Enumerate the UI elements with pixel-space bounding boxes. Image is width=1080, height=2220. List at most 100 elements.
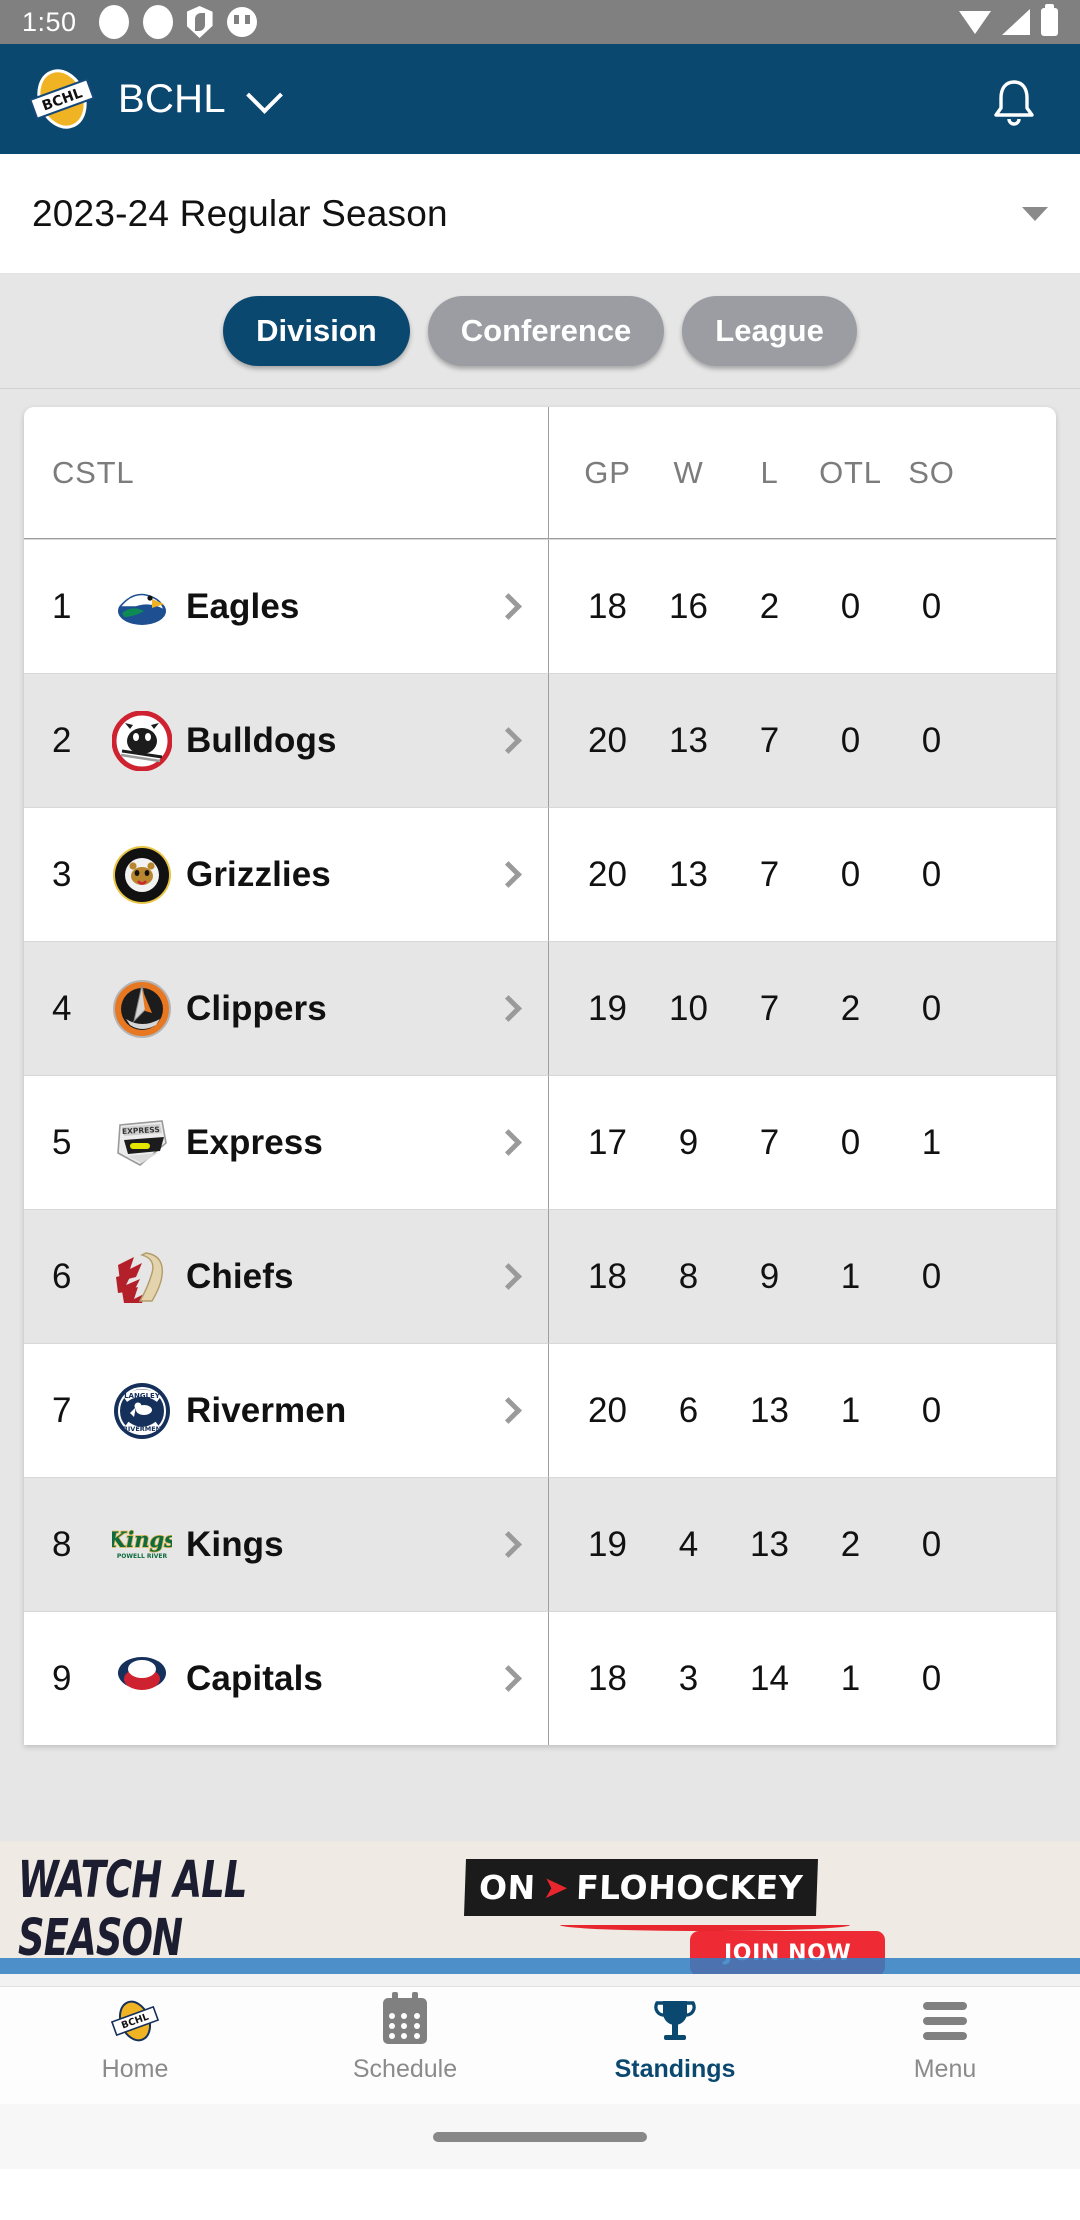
stat-l: 13	[750, 1524, 789, 1564]
stat-l: 7	[759, 854, 780, 894]
chevron-right-icon[interactable]	[495, 727, 522, 754]
home-indicator-bar	[0, 2104, 1080, 2169]
chevron-down-icon[interactable]	[246, 77, 283, 114]
stat-l: 9	[759, 1256, 780, 1296]
battery-icon	[1041, 4, 1058, 36]
stat-gp: 18	[588, 1256, 627, 1296]
table-row[interactable]: 7 LANGLEY RIVERMEN Rivermen 20 6 13 1 0	[24, 1343, 1056, 1477]
status-bar-system-icons	[959, 4, 1058, 36]
svg-text:LANGLEY: LANGLEY	[124, 1392, 161, 1400]
stat-w: 10	[669, 988, 708, 1028]
calendar-icon	[383, 1992, 427, 2047]
ad-headline: WATCH ALL SEASON	[18, 1850, 247, 1967]
standings-table: CSTL GP W L OTL SO 1 Eagles 18 16 2 0 0 …	[24, 407, 1056, 1745]
stat-w: 6	[678, 1390, 699, 1430]
rank: 7	[52, 1390, 72, 1430]
bottom-navigation-bar: BCHL Home Schedule Standings Menu	[0, 1986, 1080, 2104]
stat-gp: 18	[588, 586, 627, 626]
nav-item-schedule[interactable]: Schedule	[270, 1992, 540, 2084]
surrey-eagles-logo	[112, 577, 172, 637]
chevron-right-icon[interactable]	[495, 995, 522, 1022]
status-bar-clock: 1:50	[22, 6, 77, 37]
svg-text:POWELL RIVER: POWELL RIVER	[117, 1553, 168, 1560]
flohockey-brand-lockup: ON ➤ FLOHOCKEY	[464, 1859, 819, 1916]
chevron-right-icon[interactable]	[495, 861, 522, 888]
team-name: Eagles	[186, 586, 300, 626]
table-row[interactable]: 9 Capitals 18 3 14 1 0	[24, 1611, 1056, 1745]
bchl-logo-icon: BCHL	[28, 68, 96, 130]
table-row[interactable]: 8 Kings POWELL RIVER Kings 19 4 13 2 0	[24, 1477, 1056, 1611]
column-header-so[interactable]: SO	[891, 455, 972, 491]
table-row[interactable]: 2 Bulldogs 20 13 7 0 0	[24, 673, 1056, 807]
stat-gp: 20	[588, 720, 627, 760]
column-header-gp[interactable]: GP	[567, 455, 648, 491]
chevron-right-icon[interactable]	[495, 1263, 522, 1290]
stat-so: 0	[921, 720, 942, 760]
nav-item-menu[interactable]: Menu	[810, 1995, 1080, 2084]
nav-item-home[interactable]: BCHL Home	[0, 1995, 270, 2084]
table-row[interactable]: 4 Clippers 19 10 7 2 0	[24, 941, 1056, 1075]
stat-otl: 2	[840, 988, 861, 1028]
stat-l: 7	[759, 720, 780, 760]
rank: 2	[52, 720, 72, 760]
scope-tab-bar: Division Conference League	[0, 274, 1080, 389]
stat-gp: 18	[588, 1658, 627, 1698]
ad-ice-edge	[0, 1974, 1080, 1986]
nav-item-standings[interactable]: Standings	[540, 1995, 810, 2084]
cat-icon	[226, 7, 257, 37]
chevron-right-icon[interactable]	[495, 1531, 522, 1558]
standings-table-container[interactable]: CSTL GP W L OTL SO 1 Eagles 18 16 2 0 0 …	[0, 389, 1080, 1841]
dot-icon	[98, 5, 129, 39]
tab-league[interactable]: League	[682, 296, 857, 366]
tab-division[interactable]: Division	[223, 296, 410, 366]
column-header-w[interactable]: W	[648, 455, 729, 491]
chevron-right-icon[interactable]	[495, 1397, 522, 1424]
status-bar-notification-icons	[98, 5, 257, 39]
rank: 5	[52, 1122, 72, 1162]
ad-brand-prefix: ON	[478, 1868, 537, 1907]
stat-otl: 0	[840, 720, 861, 760]
wifi-icon	[959, 10, 991, 34]
shield-icon	[186, 6, 213, 38]
team-name: Express	[186, 1122, 323, 1162]
bell-icon[interactable]	[990, 77, 1038, 132]
cowichan-valley-capitals-logo	[112, 1649, 172, 1709]
column-header-otl[interactable]: OTL	[810, 455, 891, 491]
hamburger-icon	[923, 1995, 967, 2047]
stat-so: 0	[921, 1524, 942, 1564]
tab-conference[interactable]: Conference	[427, 296, 665, 366]
stat-so: 0	[921, 1390, 942, 1430]
powell-river-kings-logo: Kings POWELL RIVER	[106, 1515, 177, 1575]
langley-rivermen-logo: LANGLEY RIVERMEN	[112, 1381, 172, 1441]
table-row[interactable]: 5 EXPRESS Express 17 9 7 0 1	[24, 1075, 1056, 1209]
team-name: Clippers	[186, 988, 327, 1028]
table-row[interactable]: 1 Eagles 18 16 2 0 0	[24, 539, 1056, 673]
victoria-grizzlies-logo	[112, 845, 172, 905]
home-indicator[interactable]	[433, 2131, 647, 2142]
chevron-right-icon[interactable]	[495, 1665, 522, 1692]
stat-w: 16	[669, 586, 708, 626]
column-header-cstl[interactable]: CSTL	[52, 455, 134, 491]
coquitlam-express-logo: EXPRESS	[112, 1113, 172, 1173]
stat-gp: 19	[588, 1524, 627, 1564]
dot-icon	[142, 5, 173, 39]
season-selector[interactable]: 2023-24 Regular Season	[0, 154, 1080, 274]
app-bar: BCHL BCHL	[0, 44, 1080, 154]
ad-swoosh-decoration	[560, 1919, 850, 1931]
nav-item-home-label: Home	[101, 2055, 169, 2083]
stat-so: 0	[921, 988, 942, 1028]
table-row[interactable]: 3 Grizzlies 20 13 7 0 0	[24, 807, 1056, 941]
stat-l: 14	[750, 1658, 789, 1698]
nav-item-menu-label: Menu	[913, 2055, 977, 2083]
stat-otl: 1	[840, 1658, 861, 1698]
table-row[interactable]: 6 Chiefs 18 8 9 1 0	[24, 1209, 1056, 1343]
table-header-row: CSTL GP W L OTL SO	[24, 407, 1056, 539]
advertisement-banner[interactable]: WATCH ALL SEASON ON ➤ FLOHOCKEY JOIN NOW	[0, 1841, 1080, 1986]
rank: 4	[52, 988, 72, 1028]
stat-otl: 1	[840, 1256, 861, 1296]
chevron-right-icon[interactable]	[495, 1129, 522, 1156]
column-header-l[interactable]: L	[729, 455, 810, 491]
stat-otl: 0	[840, 854, 861, 894]
chevron-right-icon[interactable]	[495, 593, 522, 620]
nav-item-schedule-label: Schedule	[352, 2055, 458, 2083]
